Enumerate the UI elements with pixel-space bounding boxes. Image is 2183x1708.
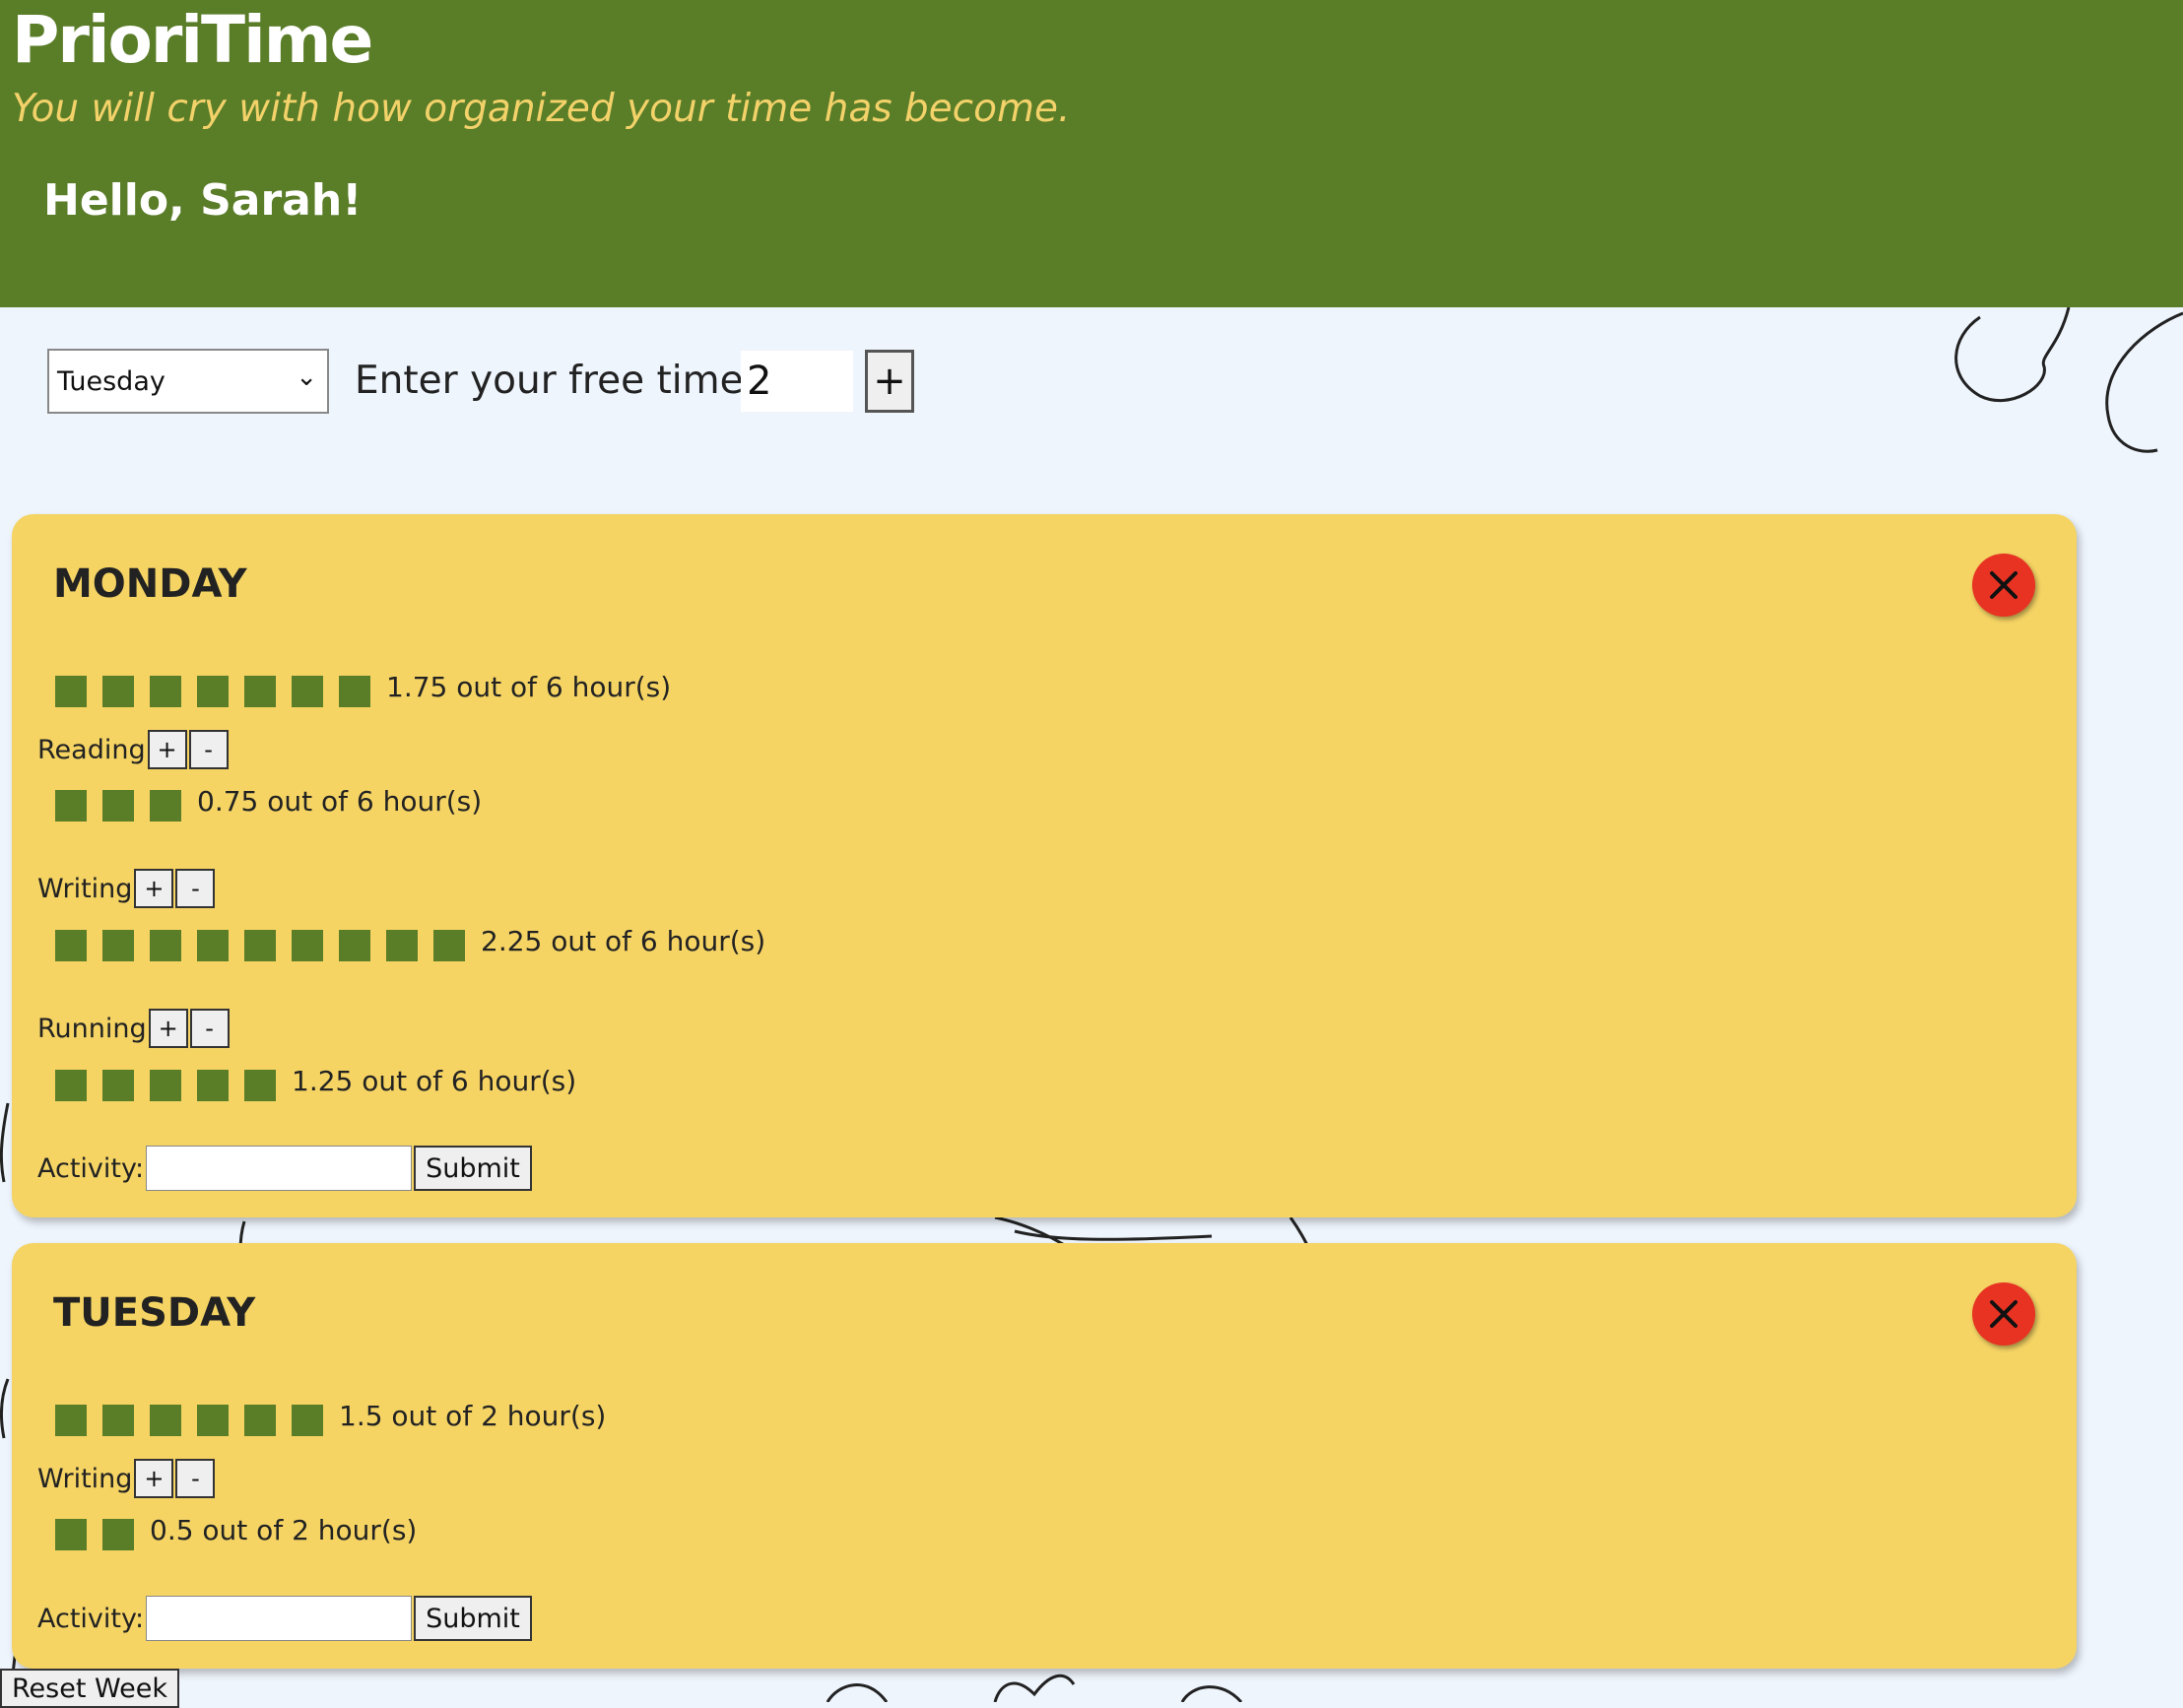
submit-activity-button[interactable]: Submit [414, 1146, 532, 1191]
submit-activity-button[interactable]: Submit [414, 1596, 532, 1641]
app-header: PrioriTime You will cry with how organiz… [0, 0, 2183, 307]
activity-input-label: Activity: [37, 1152, 145, 1184]
remove-day-button[interactable] [1972, 554, 2035, 617]
progress-square [150, 930, 181, 961]
chevron-down-icon: ⌄ [296, 362, 317, 392]
activity-label: Writing [37, 873, 133, 904]
add-activity-row: Activity: Submit [37, 1145, 532, 1192]
progress-square [292, 1405, 323, 1436]
activity-row-writing: Writing + - [37, 1458, 216, 1499]
reset-week-button[interactable]: Reset Week [0, 1669, 179, 1708]
activity-label: Running [37, 1013, 147, 1044]
progress-square [102, 790, 134, 821]
progress-square [292, 930, 323, 961]
progress-square [102, 676, 134, 707]
progress-square [150, 1070, 181, 1101]
progress-text: 0.75 out of 6 hour(s) [197, 785, 483, 818]
progress-square [244, 1070, 276, 1101]
progress-square [197, 1405, 229, 1436]
add-activity-row: Activity: Submit [37, 1595, 532, 1642]
activity-progress-running: 1.25 out of 6 hour(s) [55, 1062, 576, 1101]
progress-square [102, 930, 134, 961]
free-time-label: Enter your free time: [355, 359, 757, 403]
progress-square [339, 676, 370, 707]
activity-input-label: Activity: [37, 1603, 145, 1634]
activity-progress-writing: 2.25 out of 6 hour(s) [55, 922, 765, 961]
progress-square [55, 790, 87, 821]
day-title: TUESDAY [53, 1290, 256, 1336]
progress-square [150, 790, 181, 821]
activity-row-reading: Reading + - [37, 729, 229, 770]
day-total-progress: 1.75 out of 6 hour(s) [55, 668, 671, 707]
free-time-input[interactable] [741, 351, 853, 412]
add-free-time-button[interactable]: + [865, 350, 914, 413]
increase-activity-button[interactable]: + [148, 1009, 188, 1048]
progress-square [102, 1070, 134, 1101]
activity-row-writing: Writing + - [37, 868, 216, 909]
close-icon [1990, 571, 2018, 599]
decrease-activity-button[interactable]: - [175, 869, 216, 908]
doodle-bottom [826, 1674, 1243, 1702]
progress-square [55, 1519, 87, 1550]
progress-square [55, 1070, 87, 1101]
progress-text: 1.5 out of 2 hour(s) [339, 1400, 607, 1432]
remove-day-button[interactable] [1972, 1282, 2035, 1346]
increase-activity-button[interactable]: + [134, 1459, 174, 1498]
progress-text: 0.5 out of 2 hour(s) [150, 1514, 418, 1546]
decrease-activity-button[interactable]: - [175, 1459, 216, 1498]
progress-square [197, 1070, 229, 1101]
tagline: You will cry with how organized your tim… [12, 87, 1071, 131]
progress-square [55, 676, 87, 707]
day-total-progress: 1.5 out of 2 hour(s) [55, 1397, 606, 1436]
progress-square [197, 676, 229, 707]
greeting: Hello, Sarah! [43, 175, 363, 226]
progress-square [55, 930, 87, 961]
activity-progress-writing: 0.5 out of 2 hour(s) [55, 1511, 417, 1550]
doodle-top-right [1954, 307, 2183, 453]
day-select-value: Tuesday [57, 366, 165, 397]
activity-label: Reading [37, 734, 146, 765]
progress-square [102, 1405, 134, 1436]
day-select[interactable]: Tuesday ⌄ [47, 349, 329, 414]
progress-square [244, 676, 276, 707]
progress-text: 2.25 out of 6 hour(s) [481, 925, 766, 957]
progress-text: 1.25 out of 6 hour(s) [292, 1065, 577, 1097]
progress-square [244, 930, 276, 961]
progress-square [292, 676, 323, 707]
progress-square [150, 676, 181, 707]
progress-square [244, 1405, 276, 1436]
activity-input[interactable] [146, 1596, 413, 1641]
progress-square [386, 930, 418, 961]
close-icon [1990, 1300, 2018, 1328]
progress-square [197, 930, 229, 961]
app-title: PrioriTime [12, 2, 373, 78]
activity-label: Writing [37, 1463, 133, 1494]
activity-input[interactable] [146, 1146, 413, 1191]
increase-activity-button[interactable]: + [134, 869, 174, 908]
activity-progress-reading: 0.75 out of 6 hour(s) [55, 782, 482, 821]
progress-square [102, 1519, 134, 1550]
progress-square [339, 930, 370, 961]
activity-row-running: Running + - [37, 1008, 230, 1049]
progress-text: 1.75 out of 6 hour(s) [386, 671, 672, 703]
day-card-tuesday: TUESDAY 1.5 out of 2 hour(s) Writing + -… [12, 1243, 2077, 1669]
day-card-monday: MONDAY 1.75 out of 6 hour(s) Reading + -… [12, 514, 2077, 1217]
decrease-activity-button[interactable]: - [189, 1009, 230, 1048]
progress-square [433, 930, 465, 961]
decrease-activity-button[interactable]: - [188, 730, 229, 769]
progress-square [150, 1405, 181, 1436]
increase-activity-button[interactable]: + [147, 730, 187, 769]
progress-square [55, 1405, 87, 1436]
day-title: MONDAY [53, 561, 247, 607]
